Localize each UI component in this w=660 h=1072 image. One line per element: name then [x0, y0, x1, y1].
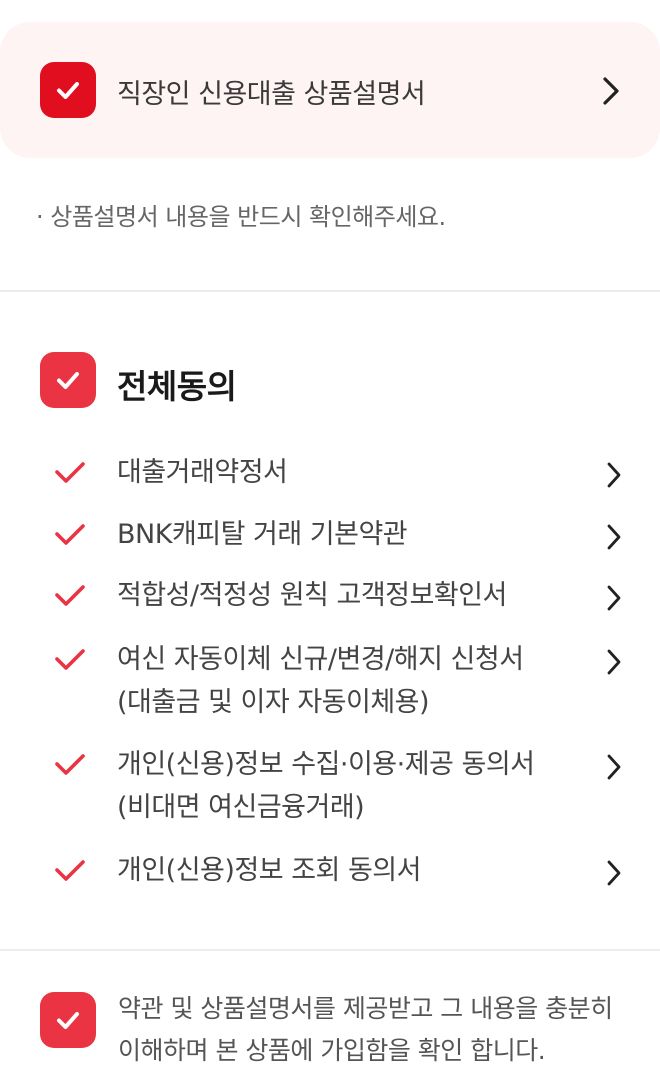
product-chevron-right-icon[interactable]: [600, 76, 622, 106]
term-label-line1: 개인(신용)정보 조회 동의서: [117, 855, 421, 886]
term-label-line2: (대출금 및 이자 자동이체용): [117, 687, 430, 718]
term-label-line1: 여신 자동이체 신규/변경/해지 신청서: [117, 644, 524, 675]
agree-all-checkbox-icon[interactable]: [40, 352, 96, 408]
term-chevron-right-icon[interactable]: [604, 461, 624, 489]
term-label-line1: 대출거래약정서: [117, 457, 288, 488]
term-label-line1: 적합성/적정성 원칙 고객정보확인서: [117, 580, 507, 611]
term-chevron-right-icon[interactable]: [604, 753, 624, 781]
term-check-icon[interactable]: [54, 859, 86, 883]
term-label-line2: (비대면 여신금융거래): [117, 792, 365, 823]
confirm-text[interactable]: 약관 및 상품설명서를 제공받고 그 내용을 충분히 이해하며 본 상품에 가입…: [118, 988, 628, 1072]
term-label[interactable]: 대출거래약정서: [117, 451, 587, 494]
term-chevron-right-icon[interactable]: [604, 648, 624, 676]
term-check-icon[interactable]: [54, 648, 86, 672]
term-check-icon[interactable]: [54, 523, 86, 547]
term-label[interactable]: 여신 자동이체 신규/변경/해지 신청서 (대출금 및 이자 자동이체용): [117, 638, 587, 724]
section-divider: [0, 290, 660, 292]
term-chevron-right-icon[interactable]: [604, 859, 624, 887]
confirm-checkbox-icon[interactable]: [40, 992, 96, 1048]
product-explanation-card[interactable]: 직장인 신용대출 상품설명서: [0, 22, 660, 158]
term-check-icon[interactable]: [54, 753, 86, 777]
agree-all-label[interactable]: 전체동의: [117, 360, 237, 408]
term-label[interactable]: BNK캐피탈 거래 기본약관: [117, 513, 587, 556]
product-notice-text: · 상품설명서 내용을 반드시 확인해주세요.: [36, 203, 446, 231]
product-title: 직장인 신용대출 상품설명서: [117, 79, 426, 110]
term-label-line1: 개인(신용)정보 수집·이용·제공 동의서: [117, 749, 535, 780]
product-checkbox-icon[interactable]: [40, 62, 96, 118]
term-check-icon[interactable]: [54, 461, 86, 485]
term-label[interactable]: 적합성/적정성 원칙 고객정보확인서: [117, 574, 587, 617]
term-chevron-right-icon[interactable]: [604, 584, 624, 612]
section-divider: [0, 949, 660, 951]
term-label[interactable]: 개인(신용)정보 수집·이용·제공 동의서 (비대면 여신금융거래): [117, 743, 587, 829]
term-label[interactable]: 개인(신용)정보 조회 동의서: [117, 849, 587, 892]
term-chevron-right-icon[interactable]: [604, 523, 624, 551]
term-label-line1: BNK캐피탈 거래 기본약관: [117, 519, 408, 550]
term-check-icon[interactable]: [54, 584, 86, 608]
